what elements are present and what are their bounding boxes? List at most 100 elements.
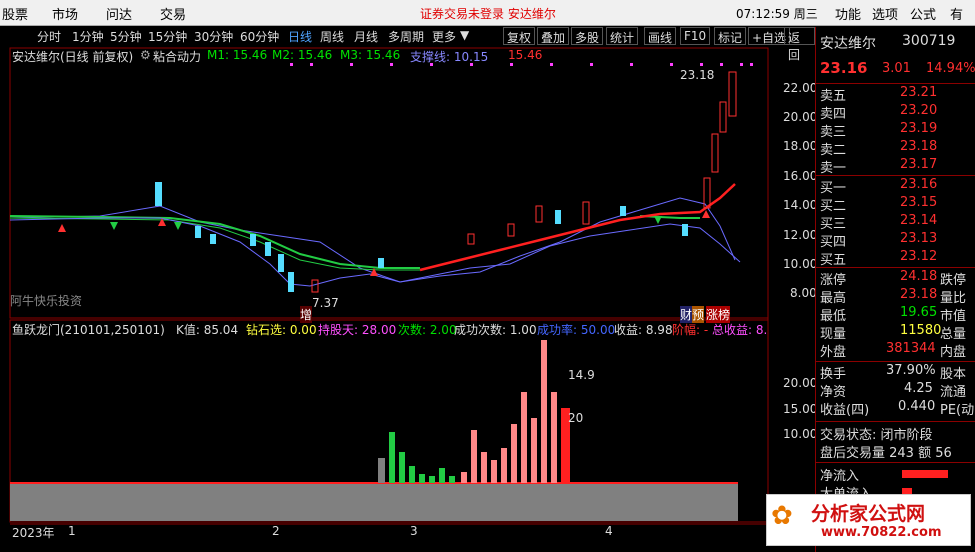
tab-daily[interactable]: 日线: [288, 28, 312, 45]
tab-more[interactable]: 更多: [432, 28, 456, 45]
lower-title: 鱼跃龙门(210101,250101): [12, 323, 165, 337]
success-count: 成功次数: 1.00: [454, 323, 537, 337]
logo-url: www.70822.com: [821, 525, 942, 540]
sell-price: 23.18: [900, 139, 938, 154]
lower-y-tick: 15.00: [783, 402, 818, 416]
stock-name: 安达维尔: [820, 36, 876, 52]
overlay-button[interactable]: 叠加: [537, 27, 570, 45]
sell-price: 23.19: [900, 121, 938, 136]
histogram-bars: [378, 340, 570, 483]
stat-label: 净资: [820, 385, 847, 400]
indicator-name: 粘合动力: [153, 50, 202, 64]
buy-label: 买四: [820, 235, 847, 250]
sell-label: 卖一: [820, 161, 847, 176]
stat-label: 内盘: [940, 345, 967, 360]
indicator-gear-icon[interactable]: ⚙: [140, 48, 151, 62]
sell-label: 卖三: [820, 125, 847, 140]
tab-5min[interactable]: 5分钟: [110, 28, 142, 45]
chevron-down-icon[interactable]: ▼: [460, 28, 469, 42]
multi-stock-button[interactable]: 多股: [571, 27, 604, 45]
draw-button[interactable]: 画线: [644, 27, 677, 45]
buy-label: 买三: [820, 217, 847, 232]
lower-y-tick: 20.00: [783, 376, 818, 390]
tab-60min[interactable]: 60分钟: [240, 28, 279, 45]
y-tick: 20.00: [783, 110, 818, 124]
menu-item-function[interactable]: 功能: [835, 4, 861, 23]
dot-row: [290, 63, 753, 66]
hist-label: 14.9: [568, 368, 595, 382]
buy-price: 23.12: [900, 249, 938, 264]
stat-label: 外盘: [820, 345, 847, 360]
buy-label: 买一: [820, 181, 847, 196]
menu-item-more[interactable]: 有: [950, 4, 963, 23]
m3-value: M3: 15.46: [340, 48, 401, 62]
kline-svg: [9, 47, 769, 525]
support-value: 支撑线: 10.15: [410, 50, 489, 64]
stat-value: 0.440: [898, 399, 936, 414]
m1-value: M1: 15.46: [207, 48, 268, 62]
mark-button[interactable]: 标记: [714, 27, 747, 45]
tab-30min[interactable]: 30分钟: [194, 28, 233, 45]
stat-label: 市值: [940, 309, 967, 324]
menu-bar: 股票 市场 问达 交易 证券交易未登录 安达维尔 07:12:59 周三 功能 …: [0, 0, 975, 26]
tab-monthly[interactable]: 月线: [354, 28, 378, 45]
stat-label: 跌停: [940, 273, 967, 288]
change: 3.01: [882, 61, 911, 76]
logo-text: 分析家公式网: [811, 503, 926, 525]
success-rate: 成功率: 50.00: [537, 323, 616, 337]
buy-price: 23.14: [900, 213, 938, 228]
stat-value: 23.18: [900, 287, 938, 302]
flow-bar: [902, 470, 948, 478]
after-hours: 盘后交易量 243 额 56: [820, 446, 952, 461]
stat-label: 量比: [940, 291, 967, 306]
k-value: K值: 85.04: [176, 323, 239, 337]
chart-area[interactable]: 安达维尔(日线 前复权) ⚙ 粘合动力 M1: 15.46 M2: 15.46 …: [0, 46, 818, 552]
hist-base: [10, 483, 738, 521]
sell-price: 23.21: [900, 85, 938, 100]
x-tick: 3: [410, 524, 418, 538]
stock-code: 300719: [902, 33, 956, 49]
last-price: 23.16: [820, 59, 868, 77]
menu-item-market[interactable]: 市场: [52, 4, 78, 23]
watermark: 阿牛快乐投资: [10, 294, 83, 308]
sell-price: 23.17: [900, 157, 938, 172]
buy-label: 买五: [820, 253, 847, 268]
menu-item-trade[interactable]: 交易: [160, 4, 186, 23]
stat-label: 换手: [820, 367, 847, 382]
stats-button[interactable]: 统计: [606, 27, 639, 45]
high-label: 23.18: [680, 68, 715, 82]
stat-value: 11580: [900, 323, 942, 338]
sell-label: 卖二: [820, 143, 847, 158]
stat-label: 流通: [940, 385, 967, 400]
stat-value: 37.90%: [886, 363, 936, 378]
stat-value: 19.65: [900, 305, 938, 320]
stat-label: 现量: [820, 327, 847, 342]
stat-label: 总量: [940, 327, 967, 342]
menu-item-formula[interactable]: 公式: [910, 4, 936, 23]
stat-value: 381344: [886, 341, 936, 356]
buy-label: 买二: [820, 199, 847, 214]
back-button[interactable]: 返回: [784, 27, 815, 62]
count-value: 次数: 2.00: [398, 323, 457, 337]
f10-button[interactable]: F10: [680, 27, 711, 45]
tab-1min[interactable]: 1分钟: [72, 28, 104, 45]
profit-value: 收益: 8.98: [614, 323, 673, 337]
menu-item-options[interactable]: 选项: [872, 4, 898, 23]
hold-days: 持股天: 28.00: [318, 323, 397, 337]
x-tick: 2023年: [12, 526, 55, 540]
sell-label: 卖五: [820, 89, 847, 104]
flow-label: 净流入: [820, 469, 860, 484]
menu-item-stock[interactable]: 股票: [2, 4, 28, 23]
menu-item-wenda[interactable]: 问达: [106, 4, 132, 23]
stat-label: 最高: [820, 291, 847, 306]
tab-weekly[interactable]: 周线: [320, 28, 344, 45]
y-tick: 22.00: [783, 81, 818, 95]
tab-15min[interactable]: 15分钟: [148, 28, 187, 45]
adjust-button[interactable]: 复权: [503, 27, 536, 45]
low-label: 7.37: [312, 296, 339, 310]
sell-price: 23.20: [900, 103, 938, 118]
tab-intraday[interactable]: 分时: [37, 28, 61, 45]
diamond-value: 钻石选: 0.00: [246, 323, 317, 337]
tab-multi-period[interactable]: 多周期: [388, 28, 424, 45]
trade-status: 交易状态: 闭市阶段: [820, 428, 933, 443]
